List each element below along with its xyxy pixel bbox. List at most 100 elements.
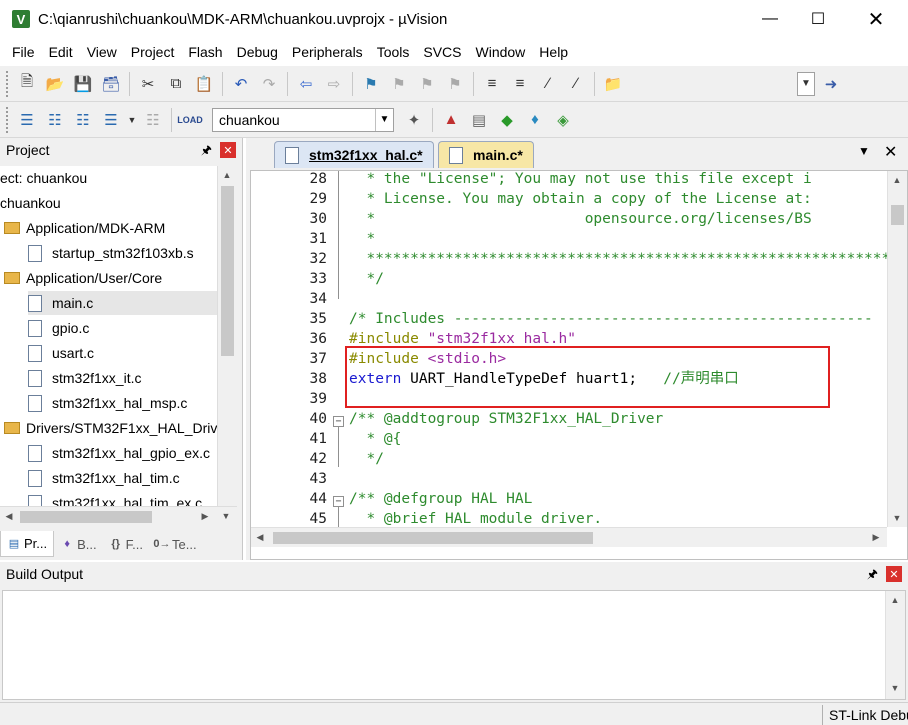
menu-debug[interactable]: Debug [230, 44, 285, 60]
nav-forward-icon[interactable]: ⇨ [322, 72, 346, 96]
batch-build-icon[interactable]: ☰ [99, 108, 123, 132]
close-tab-icon[interactable]: ✕ [884, 142, 897, 162]
menu-project[interactable]: Project [124, 44, 182, 60]
toolbar-grip[interactable] [6, 106, 10, 133]
indent-icon[interactable]: ≡ [480, 72, 504, 96]
pin-icon[interactable]: 🖈 [201, 141, 212, 162]
editor-vertical-scrollbar[interactable]: ▲ ▼ [887, 171, 907, 527]
prev-bookmark-icon[interactable]: ⚑ [387, 72, 411, 96]
scroll-left-icon[interactable]: ◀ [0, 507, 18, 525]
paste-icon[interactable]: 📋 [192, 72, 216, 96]
menu-help[interactable]: Help [532, 44, 575, 60]
editor-horizontal-scrollbar[interactable]: ◀ ▶ [251, 527, 887, 547]
tree-file-item[interactable]: stm32f1xx_hal_tim_ex.c [28, 491, 202, 506]
tab-functions[interactable]: {} F... [103, 531, 149, 557]
scrollbar-thumb[interactable] [20, 511, 152, 523]
manage-books-icon[interactable]: ▤ [467, 108, 491, 132]
download-icon[interactable]: LOAD [177, 108, 203, 132]
new-file-icon[interactable]: 🗎 [15, 72, 39, 96]
find-icon[interactable]: ➜ [819, 72, 843, 96]
tab-templates[interactable]: 0→ Te... [149, 531, 203, 557]
close-button[interactable]: ✕ [853, 0, 899, 38]
tree-horizontal-scrollbar[interactable]: ◀ ▶ ▼ [0, 506, 237, 526]
tree-root-item[interactable]: chuankou [0, 191, 61, 215]
build-output-text[interactable]: ▲ ▼ [2, 590, 906, 700]
pin-icon[interactable]: 🖈 [867, 565, 878, 586]
scroll-up-icon[interactable]: ▲ [888, 171, 906, 189]
translate-icon[interactable]: ☰ [15, 108, 39, 132]
next-bookmark-icon[interactable]: ⚑ [415, 72, 439, 96]
chevron-down-icon[interactable]: ▼ [375, 108, 393, 131]
menu-window[interactable]: Window [469, 44, 533, 60]
build-vertical-scrollbar[interactable]: ▲ ▼ [885, 591, 905, 699]
scrollbar-thumb[interactable] [221, 186, 234, 356]
tree-group-item[interactable]: Application/User/Core [4, 266, 162, 290]
menu-tools[interactable]: Tools [370, 44, 417, 60]
comment-icon[interactable]: ∕ [536, 72, 560, 96]
target-select[interactable]: chuankou ▼ [212, 107, 394, 132]
rebuild-icon[interactable]: ☷ [71, 108, 95, 132]
select-software-packs-icon[interactable]: ◈ [551, 108, 575, 132]
menu-file[interactable]: File [5, 44, 42, 60]
maximize-button[interactable]: ☐ [795, 0, 841, 38]
scroll-up-icon[interactable]: ▲ [218, 166, 236, 184]
build-icon[interactable]: ☷ [43, 108, 67, 132]
find-dropdown-icon[interactable]: ▼ [797, 71, 815, 96]
scroll-down-icon[interactable]: ▼ [888, 509, 906, 527]
tab-main-c[interactable]: main.c* [438, 141, 534, 168]
menu-peripherals[interactable]: Peripherals [285, 44, 370, 60]
cut-icon[interactable]: ✂ [136, 72, 160, 96]
manage-pack-icon[interactable]: ◆ [495, 108, 519, 132]
fold-toggle-icon[interactable]: − [333, 496, 344, 507]
bookmark-icon[interactable]: ⚑ [359, 72, 383, 96]
unindent-icon[interactable]: ≡ [508, 72, 532, 96]
find-in-files-icon[interactable]: 📁 [601, 72, 625, 96]
code-editor[interactable]: 28 * the "License"; You may not use this… [250, 170, 908, 560]
tab-books[interactable]: ♦ B... [54, 531, 103, 557]
stop-build-icon[interactable]: ☷ [141, 108, 165, 132]
tree-group-item[interactable]: Drivers/STM32F1xx_HAL_Drive [4, 416, 217, 440]
clear-bookmarks-icon[interactable]: ⚑ [443, 72, 467, 96]
save-all-icon[interactable]: 🗃 [99, 72, 123, 96]
tree-file-item[interactable]: main.c [28, 291, 217, 315]
open-file-icon[interactable]: 📂 [43, 72, 67, 96]
tree-file-item[interactable]: startup_stm32f103xb.s [28, 241, 194, 265]
scrollbar-thumb[interactable] [891, 205, 904, 225]
pack-installer-icon[interactable]: ♦ [523, 108, 547, 132]
tree-file-item[interactable]: stm32f1xx_hal_msp.c [28, 391, 187, 415]
close-icon[interactable]: ✕ [220, 142, 236, 158]
copy-icon[interactable]: ⧉ [164, 72, 188, 96]
tree-file-item[interactable]: usart.c [28, 341, 94, 365]
menu-edit[interactable]: Edit [42, 44, 80, 60]
scroll-up-icon[interactable]: ▲ [886, 591, 904, 609]
menu-view[interactable]: View [80, 44, 124, 60]
undo-icon[interactable]: ↶ [229, 72, 253, 96]
toolbar-grip[interactable] [6, 70, 10, 97]
batch-dropdown-icon[interactable]: ▼ [127, 108, 137, 132]
nav-back-icon[interactable]: ⇦ [294, 72, 318, 96]
tree-root-item[interactable]: ect: chuankou [0, 166, 87, 190]
tree-file-item[interactable]: stm32f1xx_hal_gpio_ex.c [28, 441, 210, 465]
fold-toggle-icon[interactable]: − [333, 416, 344, 427]
scroll-right-icon[interactable]: ▶ [196, 507, 214, 525]
menu-svcs[interactable]: SVCS [416, 44, 468, 60]
uncomment-icon[interactable]: ∕ [564, 72, 588, 96]
tree-vertical-scrollbar[interactable]: ▲ [217, 166, 237, 506]
scroll-left-icon[interactable]: ◀ [251, 528, 269, 546]
save-icon[interactable]: 💾 [71, 72, 95, 96]
manage-components-icon[interactable]: ▲ [439, 108, 463, 132]
close-icon[interactable]: ✕ [886, 566, 902, 582]
tab-list-dropdown-icon[interactable]: ▼ [858, 144, 870, 158]
scroll-right-icon[interactable]: ▶ [867, 528, 885, 546]
tree-group-item[interactable]: Application/MDK-ARM [4, 216, 165, 240]
redo-icon[interactable]: ↷ [257, 72, 281, 96]
target-options-icon[interactable]: ✦ [402, 108, 426, 132]
scrollbar-thumb[interactable] [273, 532, 593, 544]
scroll-down-icon[interactable]: ▼ [886, 679, 904, 697]
menu-flash[interactable]: Flash [181, 44, 229, 60]
minimize-button[interactable]: — [747, 0, 793, 38]
tab-stm32f1xx-hal-c[interactable]: stm32f1xx_hal.c* [274, 141, 434, 168]
scroll-down-icon[interactable]: ▼ [217, 507, 235, 525]
tree-file-item[interactable]: stm32f1xx_hal_tim.c [28, 466, 180, 490]
tab-project[interactable]: ▤ Pr... [0, 531, 55, 557]
